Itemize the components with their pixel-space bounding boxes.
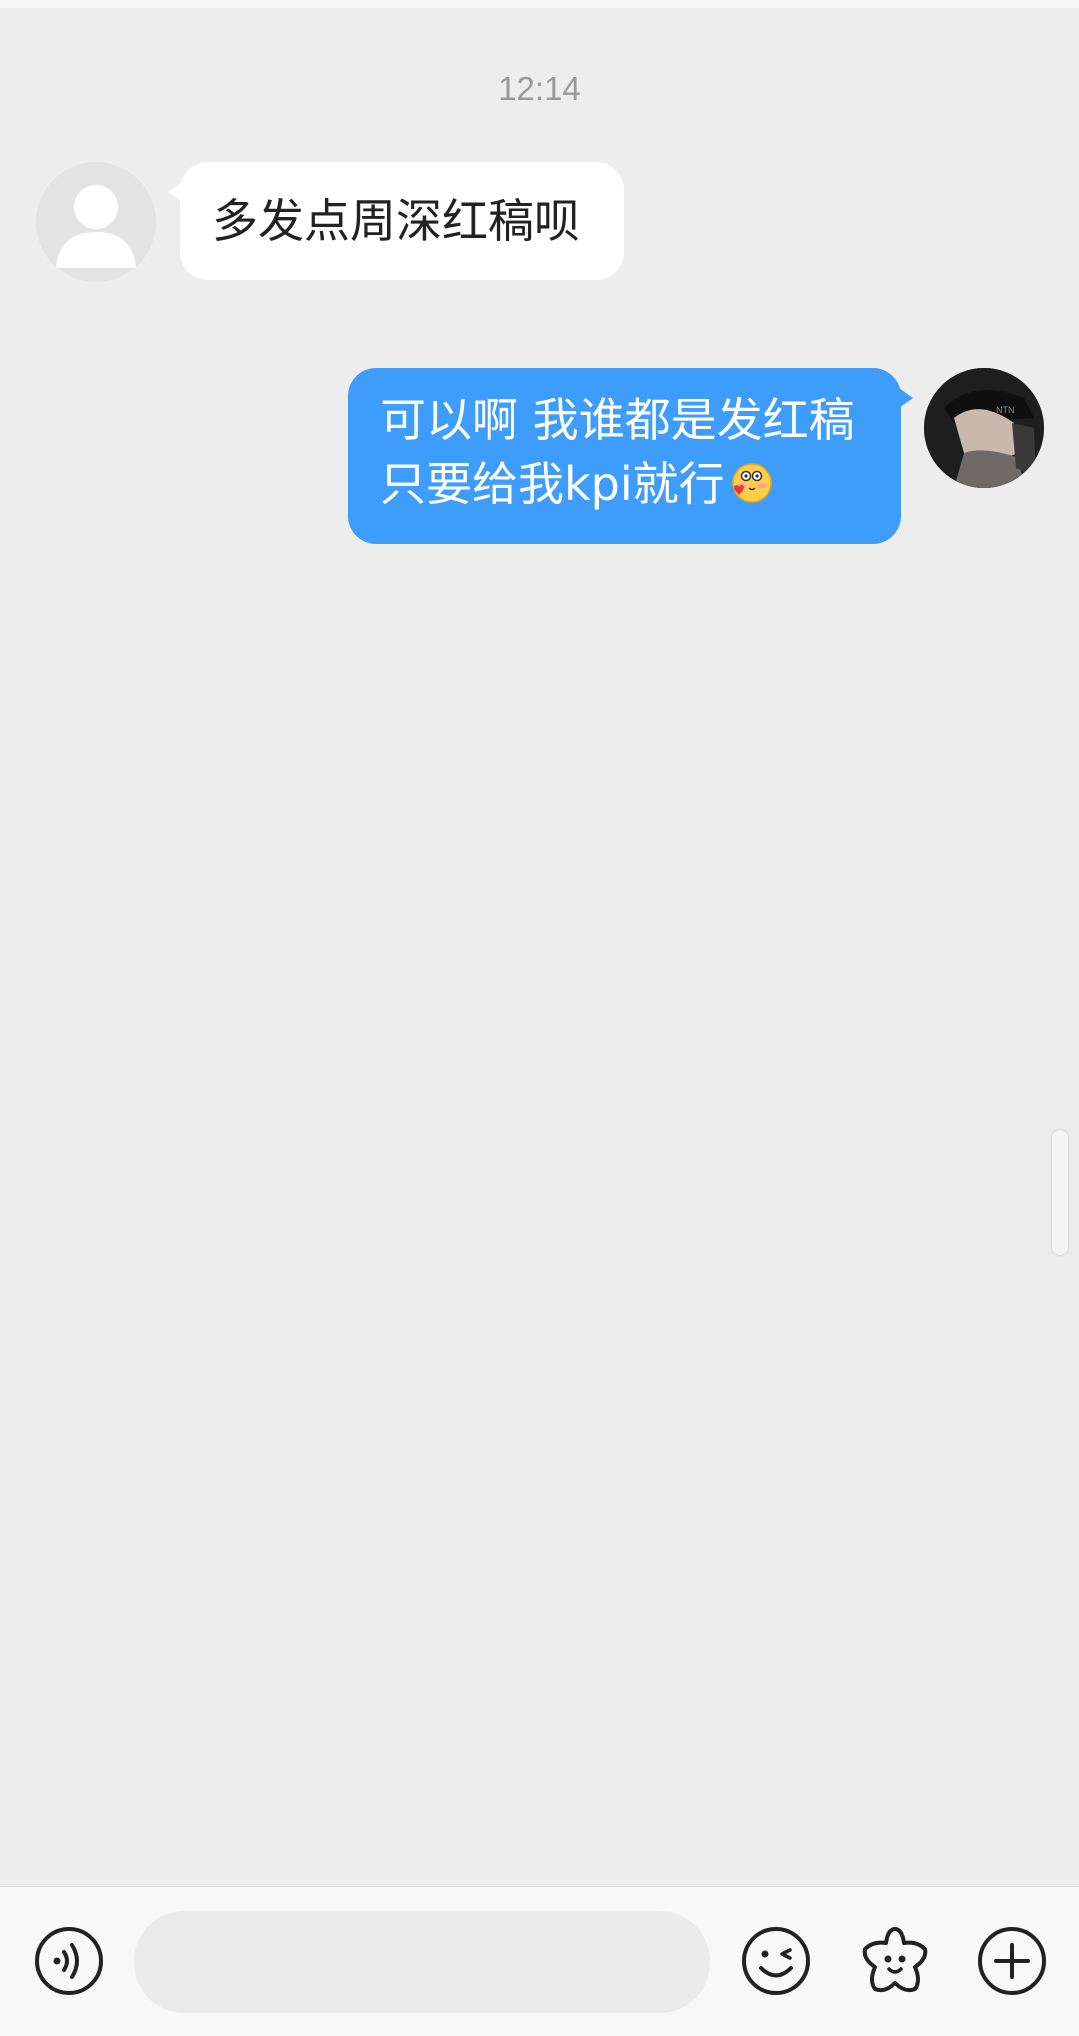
incoming-message-bubble[interactable]: 多发点周深红稿呗	[168, 162, 624, 280]
my-avatar[interactable]: NTN	[924, 368, 1044, 488]
user-photo-icon: NTN	[924, 368, 1044, 488]
voice-button[interactable]	[33, 1925, 105, 1997]
emoji-button[interactable]	[740, 1925, 812, 1997]
message-timestamp: 12:14	[498, 70, 581, 107]
message-text-line-2: 只要给我kpi就行	[380, 457, 725, 511]
plus-icon	[978, 1927, 1046, 1995]
outgoing-message-bubble[interactable]: 可以啊 我谁都是发红稿 只要给我kpi就行	[348, 368, 913, 544]
sticker-button[interactable]	[857, 1923, 929, 1995]
message-input[interactable]	[134, 1911, 710, 2013]
voice-icon	[35, 1927, 103, 1995]
composer-bar	[0, 1886, 1079, 2036]
add-button[interactable]	[976, 1925, 1048, 1997]
svg-text:NTN: NTN	[996, 405, 1015, 415]
blush-face-emoji-icon	[731, 463, 772, 503]
scrollbar[interactable]	[1052, 1130, 1068, 1255]
contact-avatar[interactable]	[36, 162, 156, 282]
top-edge	[0, 0, 1079, 8]
message-text: 多发点周深红稿呗	[212, 194, 580, 248]
message-text-line-1: 可以啊 我谁都是发红稿	[380, 393, 855, 447]
default-avatar-icon	[56, 185, 136, 268]
sticker-icon	[862, 1927, 928, 1993]
emoji-icon	[742, 1927, 810, 1995]
